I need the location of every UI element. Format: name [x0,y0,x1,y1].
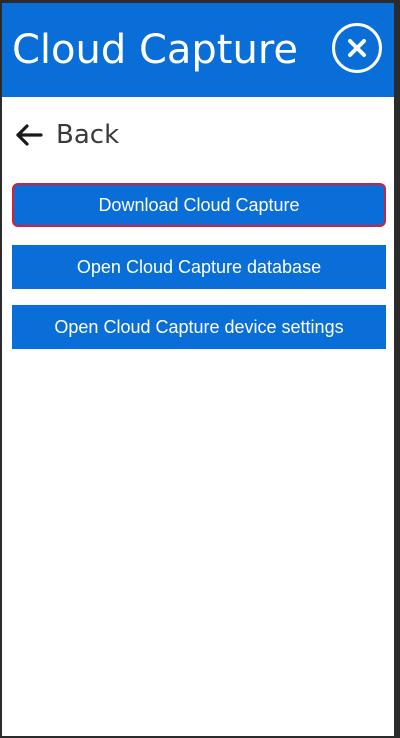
cloud-capture-panel: Cloud Capture Back Download Cloud Captur… [2,3,394,736]
open-device-settings-button[interactable]: Open Cloud Capture device settings [12,305,386,349]
back-button[interactable]: Back [15,117,119,153]
arrow-left-icon [16,124,43,146]
panel-header: Cloud Capture [2,3,394,97]
close-icon [348,39,366,57]
close-button[interactable] [332,23,382,73]
download-cloud-capture-button[interactable]: Download Cloud Capture [12,183,386,227]
back-label: Back [56,120,120,150]
panel-title: Cloud Capture [12,27,299,73]
open-database-button[interactable]: Open Cloud Capture database [12,245,386,289]
